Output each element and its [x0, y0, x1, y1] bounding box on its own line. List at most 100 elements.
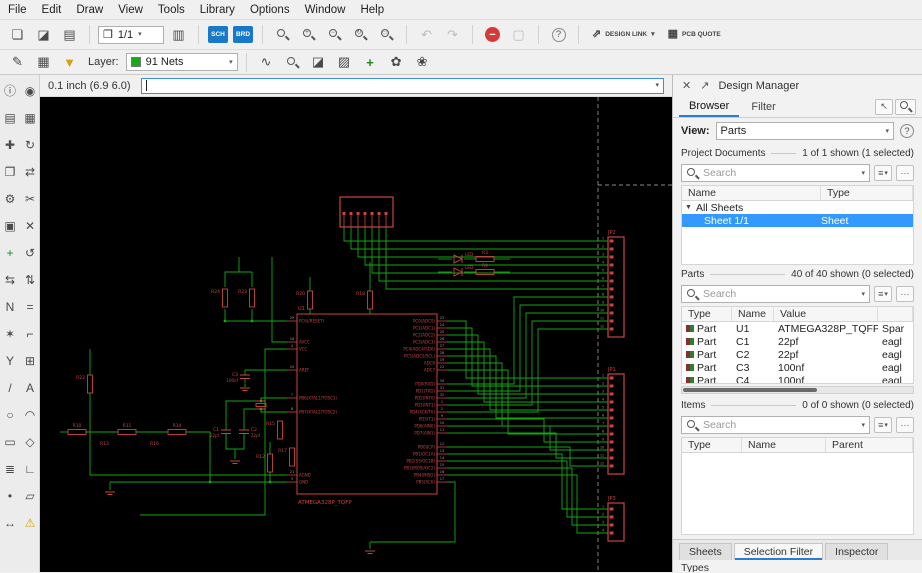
tool-button[interactable]: ↻ [20, 131, 40, 158]
menu-item[interactable]: Help [360, 4, 384, 16]
tool-button[interactable]: ▭ [0, 428, 20, 455]
horizontal-scrollbar[interactable] [681, 386, 914, 394]
print-button[interactable]: ▤ [58, 24, 81, 45]
pointer-tool-button[interactable]: ↖ [875, 99, 893, 115]
menu-item[interactable]: Draw [76, 4, 103, 16]
dropdown-arrow-icon[interactable]: ▾ [861, 422, 865, 429]
more-button[interactable]: ··· [896, 286, 914, 302]
column-header[interactable]: Value [774, 307, 878, 321]
layer-select[interactable]: 91 Nets ▾ [126, 53, 238, 71]
tool-button[interactable]: ▦ [20, 104, 40, 131]
board-editor-button[interactable]: BRD [233, 26, 253, 43]
column-header[interactable]: Type [682, 307, 732, 321]
search-input[interactable]: Search ▾ [681, 285, 870, 303]
list-menu-button[interactable]: ≡▾ [874, 165, 892, 181]
tool-button[interactable]: ▣ [0, 212, 20, 239]
more-button[interactable]: ··· [896, 165, 914, 181]
column-header[interactable]: Parent [826, 438, 913, 452]
tool-button[interactable]: ⚙ [0, 185, 20, 212]
menu-item[interactable]: Tools [158, 4, 185, 16]
tool-button[interactable]: ↺ [20, 239, 40, 266]
menu-item[interactable]: Window [305, 4, 346, 16]
tool-button[interactable]: ⇅ [20, 266, 40, 293]
tab-sheets[interactable]: Sheets [679, 543, 732, 560]
table-row[interactable]: Part C1 22pf eagl [682, 335, 913, 348]
table-row[interactable]: Part C2 22pf eagl [682, 348, 913, 361]
sheet-selector[interactable]: ❐ 1/1 ▾ [98, 26, 164, 44]
hatch-button[interactable]: ▨ [333, 52, 356, 73]
dropdown-arrow-icon[interactable]: ▾ [861, 291, 865, 298]
tool-button[interactable]: ✂ [20, 185, 40, 212]
tool-button[interactable]: ✶ [0, 320, 20, 347]
tree-item-all-sheets[interactable]: ▼ All Sheets [682, 201, 913, 214]
settings-button[interactable]: ❀ [411, 52, 434, 73]
bend-style-button[interactable]: ∿ [255, 52, 278, 73]
scrollbar-thumb[interactable] [683, 388, 817, 392]
column-header[interactable]: Name [732, 307, 774, 321]
tool-button[interactable]: N [0, 293, 20, 320]
tab-filter[interactable]: Filter [741, 98, 785, 116]
tool-button[interactable]: ⌐ [20, 320, 40, 347]
menu-item[interactable]: Library [200, 4, 235, 16]
zoom-in-button[interactable]: + [297, 24, 320, 45]
tool-button[interactable]: ○ [0, 401, 20, 428]
add-button[interactable]: + [359, 52, 382, 73]
menu-item[interactable]: Options [250, 4, 290, 16]
schematic-canvas[interactable]: U1ATMEGA328P_TQFPPC6(/RESET)29AVCC18VCC4… [40, 97, 672, 572]
list-menu-button[interactable]: ≡▾ [874, 286, 892, 302]
tool-button[interactable]: / [0, 374, 20, 401]
view-select[interactable]: Parts ▾ [716, 122, 894, 140]
search-input[interactable]: Search ▾ [681, 164, 870, 182]
grid-button[interactable]: ▦ [32, 52, 55, 73]
menu-item[interactable]: View [118, 4, 143, 16]
zoom-fit-button[interactable] [271, 24, 294, 45]
column-header[interactable]: Name [742, 438, 826, 452]
dropdown-arrow-icon[interactable]: ▾ [655, 82, 659, 89]
popout-panel-icon[interactable]: ↗ [700, 79, 709, 92]
tool-button[interactable]: ◉ [20, 77, 40, 104]
menu-item[interactable]: File [8, 4, 27, 16]
tool-button[interactable]: • [0, 482, 20, 509]
column-header[interactable] [878, 307, 913, 321]
pencil-button[interactable]: ✎ [6, 52, 29, 73]
search-input[interactable]: Search ▾ [681, 416, 870, 434]
tool-button[interactable]: ⊞ [20, 347, 40, 374]
open-button[interactable]: ❏ [6, 24, 29, 45]
tool-button[interactable]: A [20, 374, 40, 401]
zoom-out-button[interactable]: − [323, 24, 346, 45]
list-menu-button[interactable]: ≡▾ [874, 417, 892, 433]
dropdown-arrow-icon[interactable]: ▾ [861, 170, 865, 177]
redo-button[interactable]: ↷ [441, 24, 464, 45]
tab-browser[interactable]: Browser [679, 97, 739, 117]
help-button[interactable]: ? [547, 24, 570, 45]
tool-button[interactable]: Y [0, 347, 20, 374]
tool-button[interactable]: ❐ [0, 158, 20, 185]
tool-button[interactable]: ▱ [20, 482, 40, 509]
column-header[interactable]: Name [682, 186, 821, 200]
column-header[interactable]: Type [821, 186, 913, 200]
design-link-button[interactable]: ⇗ DESIGN LINK ▾ [587, 28, 660, 40]
more-button[interactable]: ··· [896, 417, 914, 433]
tool-button[interactable]: + [0, 239, 20, 266]
tool-button[interactable]: ↔ [0, 509, 20, 536]
tool-button[interactable]: ▤ [0, 104, 20, 131]
tool-button[interactable]: ✕ [20, 212, 40, 239]
tool-button[interactable]: ⇄ [20, 158, 40, 185]
pcb-quote-button[interactable]: ▦ PCB QUOTE [663, 28, 726, 40]
tool-button[interactable]: ∟ [20, 455, 40, 482]
layer-settings-button[interactable]: ▥ [167, 24, 190, 45]
tree-item-sheet[interactable]: Sheet 1/1 Sheet [682, 214, 913, 227]
tab-inspector[interactable]: Inspector [825, 543, 888, 560]
tool-button[interactable]: ✚ [0, 131, 20, 158]
zoom-selection-button[interactable] [895, 99, 916, 115]
stop-button[interactable]: − [481, 24, 504, 45]
tool-button[interactable]: ⚠ [20, 509, 40, 536]
tool-button[interactable]: ◠ [20, 401, 40, 428]
tool-button[interactable]: ≣ [0, 455, 20, 482]
command-input[interactable]: ▾ [141, 78, 664, 94]
menu-item[interactable]: Edit [42, 4, 62, 16]
save-group-button[interactable]: ◪ [307, 52, 330, 73]
tab-selection-filter[interactable]: Selection Filter [734, 543, 823, 560]
filter-button[interactable]: ▼ [58, 52, 81, 73]
zoom-region-button[interactable] [281, 52, 304, 73]
